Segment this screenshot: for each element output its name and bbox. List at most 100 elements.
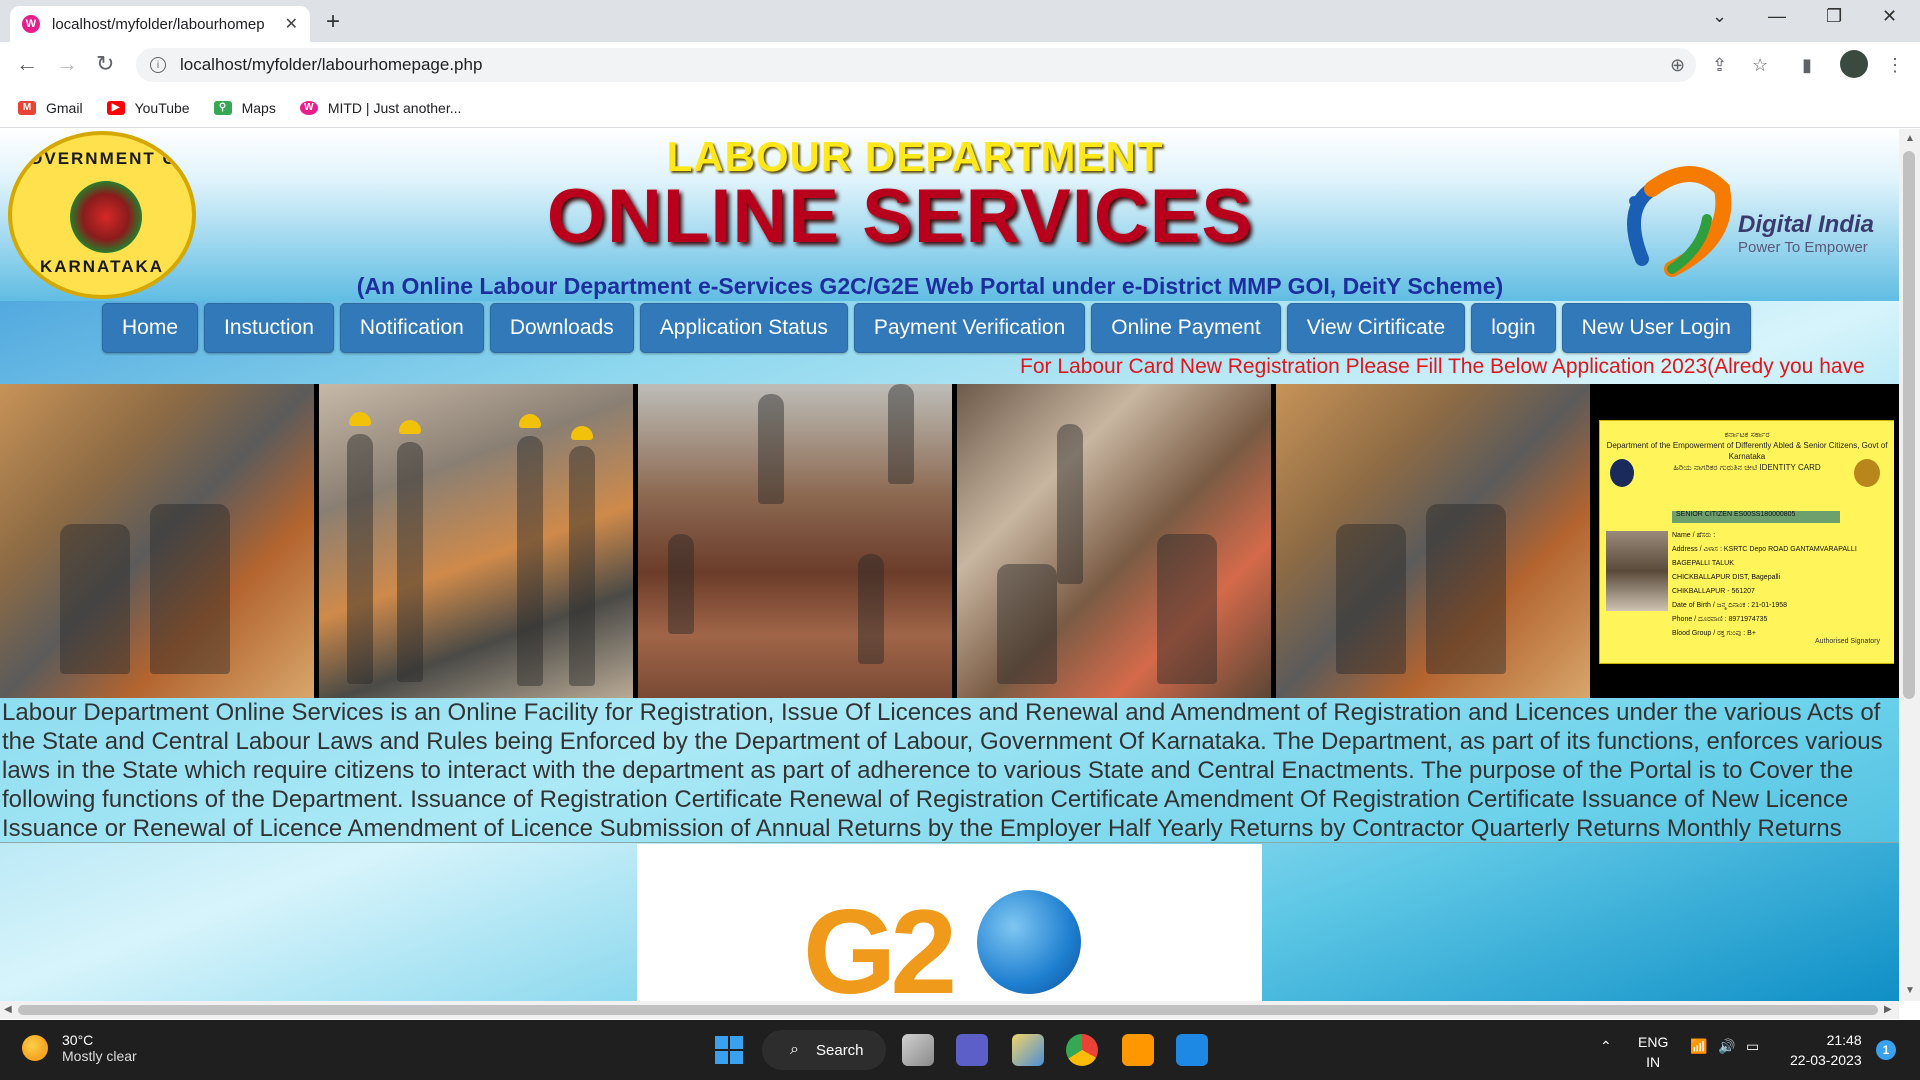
address-bar[interactable]: i localhost/myfolder/labourhomepage.php bbox=[136, 48, 1696, 82]
site-info-icon[interactable]: i bbox=[150, 57, 166, 73]
nav-new-user-login[interactable]: New User Login bbox=[1561, 303, 1751, 353]
language-indicator[interactable]: ENG IN bbox=[1638, 1032, 1668, 1072]
close-window-icon[interactable]: ✕ bbox=[1882, 6, 1897, 27]
vscode-icon[interactable] bbox=[1176, 1034, 1208, 1066]
teams-chat-icon[interactable] bbox=[956, 1034, 988, 1066]
digital-india-text: Digital India Power To Empower bbox=[1738, 211, 1874, 256]
digital-india-title: Digital India bbox=[1738, 211, 1875, 238]
scroll-right-arrow-icon[interactable]: ▶ bbox=[1884, 1004, 1892, 1015]
announcement-marquee[interactable]: For Labour Card New Registration Please … bbox=[1020, 355, 1865, 379]
bookmark-gmail[interactable]: M Gmail bbox=[18, 100, 83, 116]
description-text: Labour Department Online Services is an … bbox=[2, 699, 1883, 842]
bookmark-maps[interactable]: ⚲ Maps bbox=[213, 99, 276, 116]
vertical-scrollbar[interactable]: ▲ ▼ bbox=[1899, 129, 1920, 1001]
search-label: Search bbox=[816, 1041, 864, 1059]
nav-online-payment[interactable]: Online Payment bbox=[1091, 303, 1281, 353]
nav-notification[interactable]: Notification bbox=[339, 303, 484, 353]
id-card-signatory: Authorised Signatory bbox=[1815, 638, 1880, 645]
tab-favicon: W bbox=[22, 15, 40, 33]
tab-title: localhost/myfolder/labourhomep bbox=[52, 15, 265, 33]
id-card-fields: Name / ಹೆಸರು : Address / ವಿಳಾಸ : KSRTC D… bbox=[1672, 532, 1857, 637]
nav-home[interactable]: Home bbox=[102, 303, 199, 353]
digital-india-logo bbox=[1627, 166, 1732, 277]
taskbar-search[interactable]: ⌕ Search bbox=[762, 1030, 886, 1070]
windows-taskbar: 30°C Mostly clear ⌕ Search ⌃ ENG IN 📶 🔊 … bbox=[0, 1020, 1920, 1080]
mitd-icon: W bbox=[299, 100, 318, 115]
govt-emblem-icon bbox=[1610, 459, 1634, 487]
browser-tab[interactable]: W localhost/myfolder/labourhomep ✕ bbox=[10, 6, 310, 42]
file-explorer-icon[interactable] bbox=[1012, 1034, 1044, 1066]
nav-application-status[interactable]: Application Status bbox=[639, 303, 848, 353]
browser-toolbar: ← → ↻ i localhost/myfolder/labourhomepag… bbox=[0, 42, 1920, 88]
bookmark-youtube[interactable]: ▶ YouTube bbox=[106, 100, 190, 116]
gallery-image-id-card: ಕರ್ನಾಟಕ ಸರ್ಕಾರ Department of the Empower… bbox=[1595, 384, 1894, 698]
back-arrow-icon[interactable]: ← bbox=[16, 51, 38, 77]
id-card-tag: SENIOR CITIZEN ES00SS180000805 bbox=[1672, 511, 1840, 523]
g20-logo-card: G2 bbox=[637, 844, 1262, 1001]
forward-arrow-icon[interactable]: → bbox=[56, 51, 78, 77]
scroll-up-arrow-icon[interactable]: ▲ bbox=[1905, 133, 1915, 144]
id-card-state: ಕರ್ನಾಟಕ ಸರ್ಕಾರ bbox=[1724, 430, 1770, 439]
vertical-scroll-thumb[interactable] bbox=[1903, 151, 1915, 699]
bookmark-star-icon[interactable]: ☆ bbox=[1752, 55, 1768, 76]
id-card-header: ಕರ್ನಾಟಕ ಸರ್ಕಾರ Department of the Empower… bbox=[1600, 429, 1894, 473]
gallery-image-women-working bbox=[957, 384, 1271, 698]
tab-strip: W localhost/myfolder/labourhomep ✕ + ⌄ —… bbox=[0, 0, 1920, 42]
region-code: IN bbox=[1646, 1054, 1661, 1070]
page-viewport: GOVERNMENT OF KARNATAKA LABOUR DEPARTMEN… bbox=[0, 129, 1899, 1001]
image-gallery: ಕರ್ನಾಟಕ ಸರ್ಕಾರ Department of the Empower… bbox=[0, 384, 1899, 698]
taskbar-clock[interactable]: 21:48 22-03-2023 bbox=[1790, 1030, 1862, 1070]
scroll-left-arrow-icon[interactable]: ◀ bbox=[4, 1004, 12, 1015]
share-icon[interactable]: ⇪ bbox=[1712, 55, 1727, 76]
profile-avatar[interactable] bbox=[1840, 50, 1868, 78]
nav-payment-verification[interactable]: Payment Verification bbox=[853, 303, 1086, 353]
bookmarks-bar: M Gmail ▶ YouTube ⚲ Maps W MITD | Just a… bbox=[0, 88, 1920, 128]
nav-login[interactable]: login bbox=[1471, 303, 1556, 353]
nav-instruction[interactable]: Instuction bbox=[204, 303, 334, 353]
notification-badge[interactable]: 1 bbox=[1876, 1040, 1896, 1060]
nav-view-certificate[interactable]: View Cirtificate bbox=[1286, 303, 1466, 353]
volume-icon[interactable]: 🔊 bbox=[1718, 1038, 1735, 1055]
maximize-icon[interactable]: ❐ bbox=[1826, 6, 1842, 27]
zoom-icon[interactable]: ⊕ bbox=[1670, 55, 1685, 76]
bookmark-label: Maps bbox=[241, 99, 276, 116]
gmail-icon: M bbox=[18, 100, 36, 115]
menu-kebab-icon[interactable]: ⋮ bbox=[1886, 55, 1904, 76]
sublime-text-icon[interactable] bbox=[1122, 1034, 1154, 1066]
online-services-title: ONLINE SERVICES bbox=[546, 174, 1254, 259]
chrome-icon[interactable] bbox=[1066, 1034, 1098, 1066]
portal-subtitle: (An Online Labour Department e-Services … bbox=[356, 273, 1504, 299]
scroll-down-arrow-icon[interactable]: ▼ bbox=[1905, 985, 1915, 996]
g20-logo-text: G2 bbox=[803, 885, 957, 1001]
header-banner: GOVERNMENT OF KARNATAKA LABOUR DEPARTMEN… bbox=[0, 129, 1899, 301]
search-icon: ⌕ bbox=[790, 1041, 799, 1058]
task-view-icon[interactable] bbox=[902, 1034, 934, 1066]
start-button-icon[interactable] bbox=[715, 1036, 743, 1064]
clock-date: 22-03-2023 bbox=[1790, 1052, 1862, 1068]
horizontal-scrollbar[interactable]: ◀ ▶ bbox=[0, 1001, 1899, 1019]
tab-search-chevron-icon[interactable]: ⌄ bbox=[1712, 6, 1727, 27]
url-text: localhost/myfolder/labourhomepage.php bbox=[180, 55, 483, 74]
gallery-image-workers-sand-2 bbox=[1276, 384, 1590, 698]
bookmark-mitd[interactable]: W MITD | Just another... bbox=[299, 99, 462, 116]
reload-icon[interactable]: ↻ bbox=[96, 51, 114, 77]
weather-widget[interactable]: 30°C Mostly clear bbox=[22, 1032, 137, 1064]
weather-desc: Mostly clear bbox=[62, 1048, 137, 1064]
battery-icon[interactable]: ▭ bbox=[1746, 1038, 1759, 1055]
description-section: Labour Department Online Services is an … bbox=[0, 698, 1899, 843]
horizontal-scroll-thumb[interactable] bbox=[18, 1005, 1878, 1015]
nav-downloads[interactable]: Downloads bbox=[489, 303, 634, 353]
tray-overflow-chevron-icon[interactable]: ⌃ bbox=[1600, 1038, 1612, 1055]
minimize-icon[interactable]: — bbox=[1768, 6, 1786, 27]
wifi-icon[interactable]: 📶 bbox=[1690, 1038, 1707, 1055]
side-panel-icon[interactable]: ▮ bbox=[1802, 55, 1812, 76]
maps-icon: ⚲ bbox=[213, 100, 232, 115]
close-tab-icon[interactable]: ✕ bbox=[285, 14, 298, 34]
new-tab-icon[interactable]: + bbox=[326, 8, 340, 36]
digital-india-tagline: Power To Empower bbox=[1738, 239, 1868, 256]
bookmark-label: MITD | Just another... bbox=[327, 99, 462, 116]
language-code: ENG bbox=[1638, 1034, 1669, 1050]
state-emblem-icon bbox=[1854, 459, 1880, 487]
senior-citizen-id-card: ಕರ್ನಾಟಕ ಸರ್ಕಾರ Department of the Empower… bbox=[1599, 420, 1894, 664]
bookmark-label: Gmail bbox=[46, 99, 83, 116]
